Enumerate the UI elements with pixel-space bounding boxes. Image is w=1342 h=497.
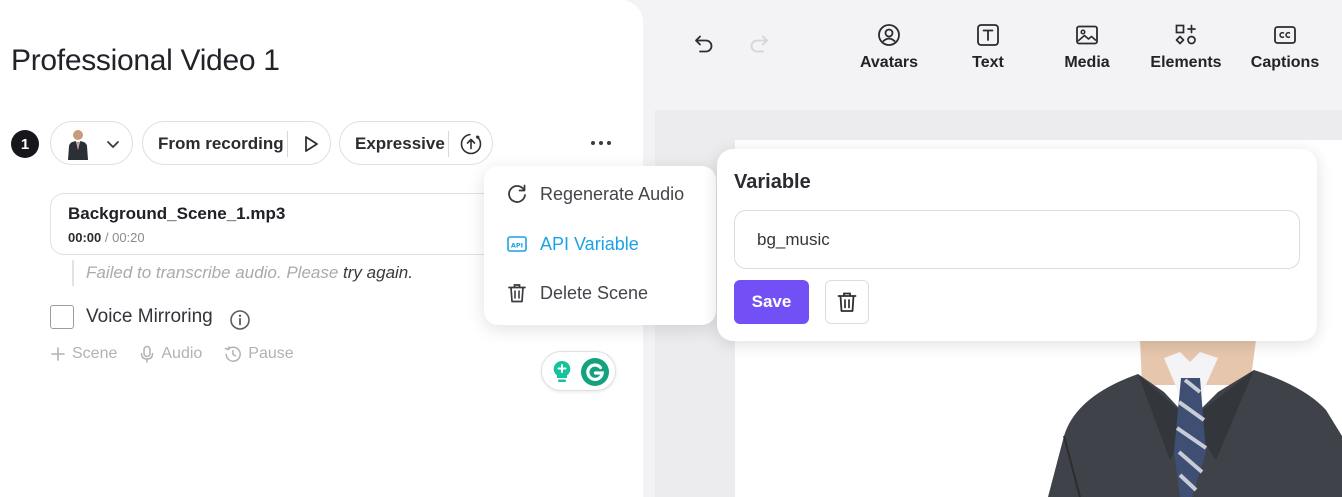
audio-duration: 00:20 [112,230,145,245]
audio-track-card[interactable]: Background_Scene_1.mp3 00:00 / 00:20 [50,193,500,255]
toolbar-media-button[interactable]: Media [1042,23,1132,72]
variable-title: Variable [734,171,811,193]
menu-item-delete-scene[interactable]: Delete Scene [506,282,648,304]
toolbar-avatars-label: Avatars [859,54,919,71]
grammarly-logo-icon[interactable] [580,357,610,387]
delete-variable-button[interactable] [825,280,869,324]
toolbar-avatars-button[interactable]: Avatars [844,23,934,72]
api-icon: API [507,236,527,252]
avatar-thumbnail [68,130,88,160]
toolbar-text-label: Text [972,54,1004,71]
toolbar-elements-label: Elements [1150,54,1222,71]
grammarly-widget[interactable] [541,351,616,391]
voice-source-label: From recording [158,134,284,153]
media-icon [1076,25,1098,45]
variable-popover: Variable Save [717,149,1317,341]
plus-icon [51,347,65,361]
info-icon[interactable] [229,309,251,331]
voice-style-button[interactable]: Expressive [339,121,493,165]
avatar-preview[interactable] [1040,340,1342,497]
add-scene-button[interactable]: Scene [50,345,117,363]
divider [287,131,288,157]
audio-file-name: Background_Scene_1.mp3 [68,204,286,223]
microphone-icon [141,345,154,363]
play-icon[interactable] [301,134,321,154]
trash-icon [508,284,526,303]
toolbar-captions-button[interactable]: Captions [1240,23,1330,72]
add-audio-label: Audio [161,345,203,362]
voice-style-label: Expressive [355,134,445,153]
try-again-link[interactable]: try again. [343,263,413,282]
variable-name-input[interactable] [734,210,1300,269]
scene-number-badge: 1 [11,130,39,158]
menu-item-api-variable-label: API Variable [540,233,639,254]
transcription-error-message: Failed to transcribe audio. Please [86,263,344,282]
time-separator: / [101,230,113,245]
avatar-icon [878,24,900,46]
menu-item-delete-scene-label: Delete Scene [540,282,649,303]
voice-source-button[interactable]: From recording [142,121,331,165]
toolbar-media-label: Media [1064,54,1110,71]
add-audio-button[interactable]: Audio [139,345,202,363]
menu-item-regenerate-audio[interactable]: Regenerate Audio [506,183,684,205]
toolbar-captions-label: Captions [1250,54,1320,71]
audio-time: 00:00 / 00:20 [68,230,145,245]
undo-icon[interactable] [693,33,715,55]
redo-icon[interactable] [748,33,770,55]
menu-item-api-variable[interactable]: API API Variable [506,233,639,255]
save-button[interactable]: Save [734,280,809,324]
add-pause-button[interactable]: Pause [224,345,294,363]
add-actions-bar: Scene Audio Pause [50,342,316,366]
chevron-down-icon [107,141,119,148]
divider [448,131,449,157]
avatar-select[interactable] [50,121,133,165]
pause-clock-icon [225,346,242,362]
text-icon [977,24,999,46]
transcription-error: Failed to transcribe audio. Please try a… [72,260,413,286]
trash-icon [837,292,857,312]
elements-icon [1175,24,1196,45]
toolbar-text-button[interactable]: Text [943,23,1033,72]
page-title[interactable]: Professional Video 1 [11,44,280,78]
more-options-icon[interactable] [589,133,613,153]
captions-icon [1274,26,1296,44]
lightbulb-icon[interactable] [549,359,575,385]
voice-mirroring-label: Voice Mirroring [86,306,213,327]
voice-mirroring-checkbox[interactable] [50,305,74,329]
scene-context-menu: Regenerate Audio API API Variable Delete… [484,166,716,325]
toolbar-elements-button[interactable]: Elements [1141,23,1231,72]
audio-current-time: 00:00 [68,230,102,245]
svg-text:API: API [511,241,523,249]
voice-settings-icon[interactable] [459,132,483,156]
add-scene-label: Scene [72,345,118,362]
menu-item-regenerate-audio-label: Regenerate Audio [540,183,685,204]
add-pause-label: Pause [248,345,294,362]
regenerate-icon [508,184,526,203]
scene-toolbar: 1 From recording Expressive [11,121,631,165]
